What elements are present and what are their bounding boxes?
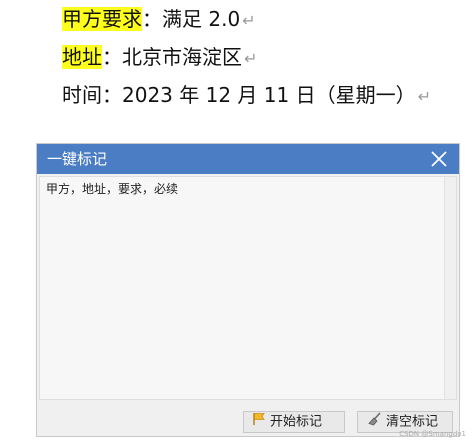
- start-marking-label: 开始标记: [270, 414, 323, 430]
- keywords-value: 甲方，地址，要求，必续: [46, 182, 179, 196]
- doc-line-address: 地址：北京市海淀区 ↵: [62, 42, 257, 72]
- clear-marking-label: 清空标记: [386, 414, 439, 430]
- requirement-value: 满足 2.0: [162, 7, 241, 31]
- flag-icon: [252, 412, 266, 433]
- colon: ：: [142, 7, 162, 31]
- paragraph-mark-icon: ↵: [242, 11, 256, 30]
- dialog-title: 一键标记: [47, 150, 108, 168]
- doc-line-requirement: 甲方要求：满足 2.0 ↵: [62, 4, 256, 34]
- highlighted-label-requirement: 甲方要求: [62, 7, 142, 31]
- paragraph-mark-icon: ↵: [417, 87, 431, 106]
- colon: ：: [102, 45, 122, 69]
- address-value: 北京市海淀区: [122, 45, 242, 69]
- time-text: 时间：2023 年 12 月 11 日（星期一）: [62, 83, 416, 107]
- start-marking-button[interactable]: 开始标记: [243, 411, 345, 433]
- paragraph-mark-icon: ↵: [244, 49, 258, 68]
- close-button[interactable]: [427, 147, 451, 171]
- highlighted-label-address: 地址: [62, 45, 102, 69]
- one-click-mark-dialog: 一键标记 甲方，地址，要求，必续 开始标记 清空标记: [36, 143, 460, 437]
- broom-icon: [368, 412, 382, 433]
- vertical-scrollbar[interactable]: [444, 177, 456, 399]
- keywords-textarea[interactable]: 甲方，地址，要求，必续: [39, 176, 457, 400]
- watermark: CSDN @Smangdo1: [399, 430, 466, 438]
- dialog-title-bar[interactable]: 一键标记: [37, 144, 459, 174]
- doc-line-time: 时间：2023 年 12 月 11 日（星期一） ↵: [62, 80, 431, 110]
- close-icon: [431, 151, 447, 167]
